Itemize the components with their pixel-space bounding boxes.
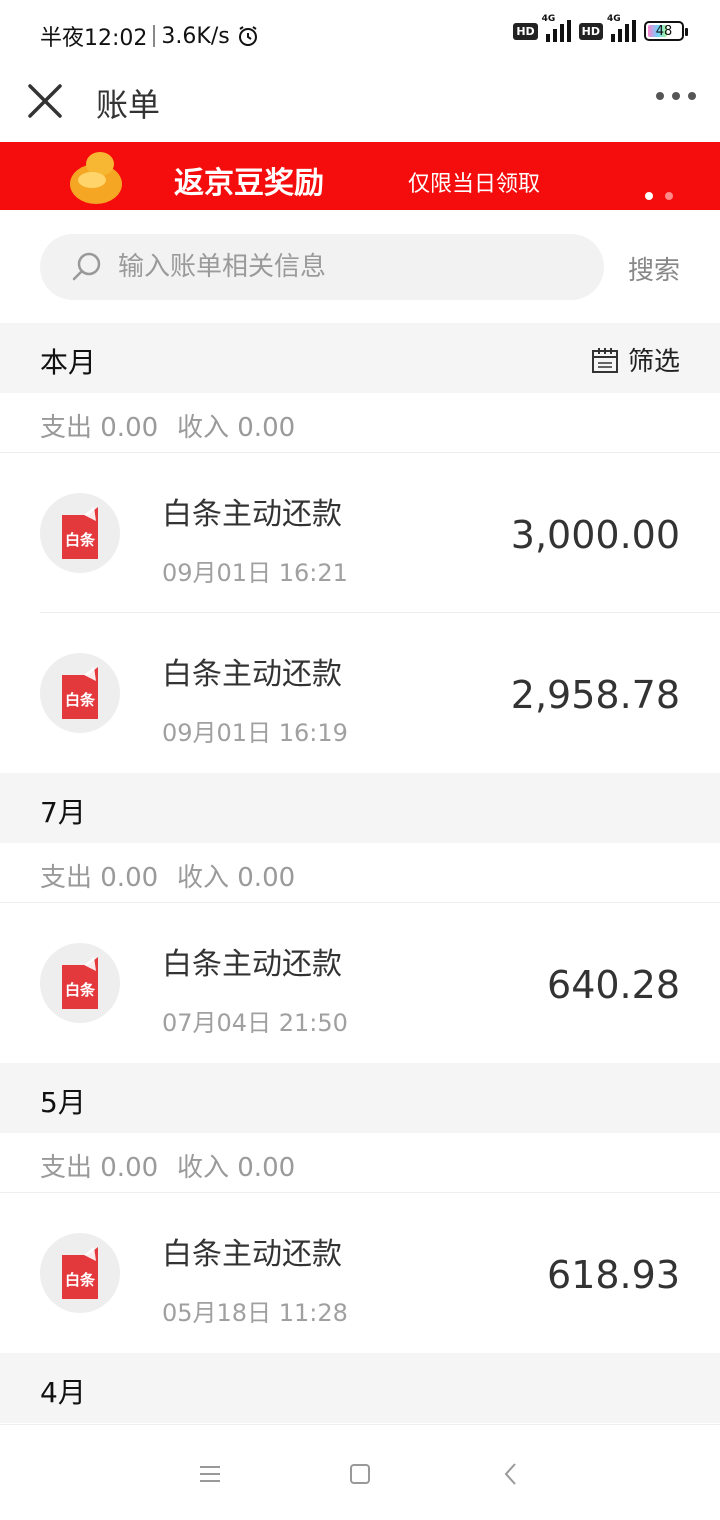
home-square-icon[interactable] [347, 1461, 373, 1487]
month-label: 4月 [40, 1376, 86, 1409]
back-chevron-icon[interactable] [498, 1461, 524, 1487]
page-dot-active [645, 192, 653, 200]
signal-icon-2: 4G [607, 14, 636, 42]
bill-title: 白条主动还款 [162, 947, 342, 982]
alarm-icon [238, 26, 257, 46]
search-area: 搜索 [0, 210, 720, 323]
bill-amount: 618.93 [547, 1253, 680, 1297]
bill-time: 09月01日 16:21 [162, 559, 348, 587]
hd-badge-2: HD [578, 22, 603, 40]
battery-icon: 48 [644, 21, 688, 41]
more-button[interactable] [656, 92, 696, 100]
month-label: 本月 [40, 346, 97, 379]
close-icon [28, 84, 62, 118]
network-speed: 3.6K/s [161, 23, 230, 49]
clock: 半夜12:02 [40, 26, 148, 51]
bill-item[interactable]: 白条 白条主动还款 07月04日 21:50 640.28 [0, 903, 720, 1063]
status-divider [153, 25, 156, 47]
bill-amount: 3,000.00 [510, 513, 680, 557]
promo-banner[interactable]: 返京豆奖励 仅限当日领取 [0, 142, 720, 210]
income-total: 收入 0.00 [177, 1153, 296, 1183]
search-input[interactable] [118, 234, 578, 300]
status-right: HD 4G HD 4G 48 [513, 14, 688, 42]
income-total: 收入 0.00 [177, 413, 296, 443]
banner-pagination [645, 192, 673, 200]
month-summary: 支出 0.00 收入 0.00 [0, 843, 720, 903]
hd-badge-1: HD [513, 22, 538, 40]
month-header: 本月 筛选 [0, 323, 720, 393]
month-header: 7月 [0, 773, 720, 843]
bill-time: 05月18日 11:28 [162, 1299, 348, 1327]
expense-total: 支出 0.00 [40, 863, 159, 893]
battery-level: 48 [655, 23, 673, 39]
menu-icon[interactable] [197, 1461, 223, 1487]
month-header: 5月 [0, 1063, 720, 1133]
baitiao-icon: 白条 [40, 943, 120, 1023]
baitiao-icon: 白条 [40, 653, 120, 733]
bill-amount: 2,958.78 [510, 673, 680, 717]
month-header: 4月 [0, 1353, 720, 1423]
expense-total: 支出 0.00 [40, 413, 159, 443]
baitiao-icon: 白条 [40, 1233, 120, 1313]
page-title: 账单 [96, 86, 161, 124]
bill-title: 白条主动还款 [162, 497, 342, 532]
baitiao-icon-text: 白条 [65, 691, 96, 709]
income-total: 收入 0.00 [177, 863, 296, 893]
search-icon [72, 252, 101, 281]
filter-label: 筛选 [627, 347, 680, 377]
search-button[interactable]: 搜索 [628, 250, 680, 287]
network-type-1: 4G [541, 14, 556, 24]
bill-title: 白条主动还款 [162, 1237, 342, 1272]
baitiao-icon-text: 白条 [65, 1271, 96, 1289]
month-label: 5月 [40, 1086, 86, 1119]
bill-list: 本月 筛选 支出 0.00 收入 0.00 白条 白条主动还款 09月01日 1… [0, 323, 720, 1423]
network-type-2: 4G [607, 14, 621, 24]
banner-title: 返京豆奖励 [174, 166, 324, 201]
bill-item[interactable]: 白条 白条主动还款 09月01日 16:19 2,958.78 [0, 613, 720, 773]
expense-total: 支出 0.00 [40, 1153, 159, 1183]
search-box [40, 234, 604, 300]
status-left: 半夜12:02 3.6K/s [40, 20, 260, 52]
baitiao-icon-text: 白条 [65, 981, 96, 999]
bill-item[interactable]: 白条 白条主动还款 05月18日 11:28 618.93 [0, 1193, 720, 1353]
bill-amount: 640.28 [547, 963, 680, 1007]
month-summary: 支出 0.00 收入 0.00 [0, 1133, 720, 1193]
bill-time: 09月01日 16:19 [162, 719, 348, 747]
month-summary: 支出 0.00 收入 0.00 [0, 393, 720, 453]
page-dot [665, 192, 673, 200]
baitiao-icon: 白条 [40, 493, 120, 573]
system-nav-bar [0, 1424, 720, 1520]
close-button[interactable] [24, 80, 66, 122]
nav-bar: 账单 [0, 70, 720, 142]
baitiao-icon-text: 白条 [65, 531, 96, 549]
jingdou-bean-icon [70, 152, 122, 204]
calendar-filter-icon [591, 347, 618, 373]
bill-time: 07月04日 21:50 [162, 1009, 348, 1037]
filter-button[interactable]: 筛选 [590, 341, 680, 378]
bill-item[interactable]: 白条 白条主动还款 09月01日 16:21 3,000.00 [0, 453, 720, 613]
month-label: 7月 [40, 796, 86, 829]
status-bar: 半夜12:02 3.6K/s HD 4G HD 4G 48 [0, 0, 720, 70]
banner-subtitle: 仅限当日领取 [408, 172, 541, 197]
bill-title: 白条主动还款 [162, 657, 342, 692]
more-dots-icon [656, 92, 664, 100]
signal-icon-1: 4G [542, 14, 571, 42]
